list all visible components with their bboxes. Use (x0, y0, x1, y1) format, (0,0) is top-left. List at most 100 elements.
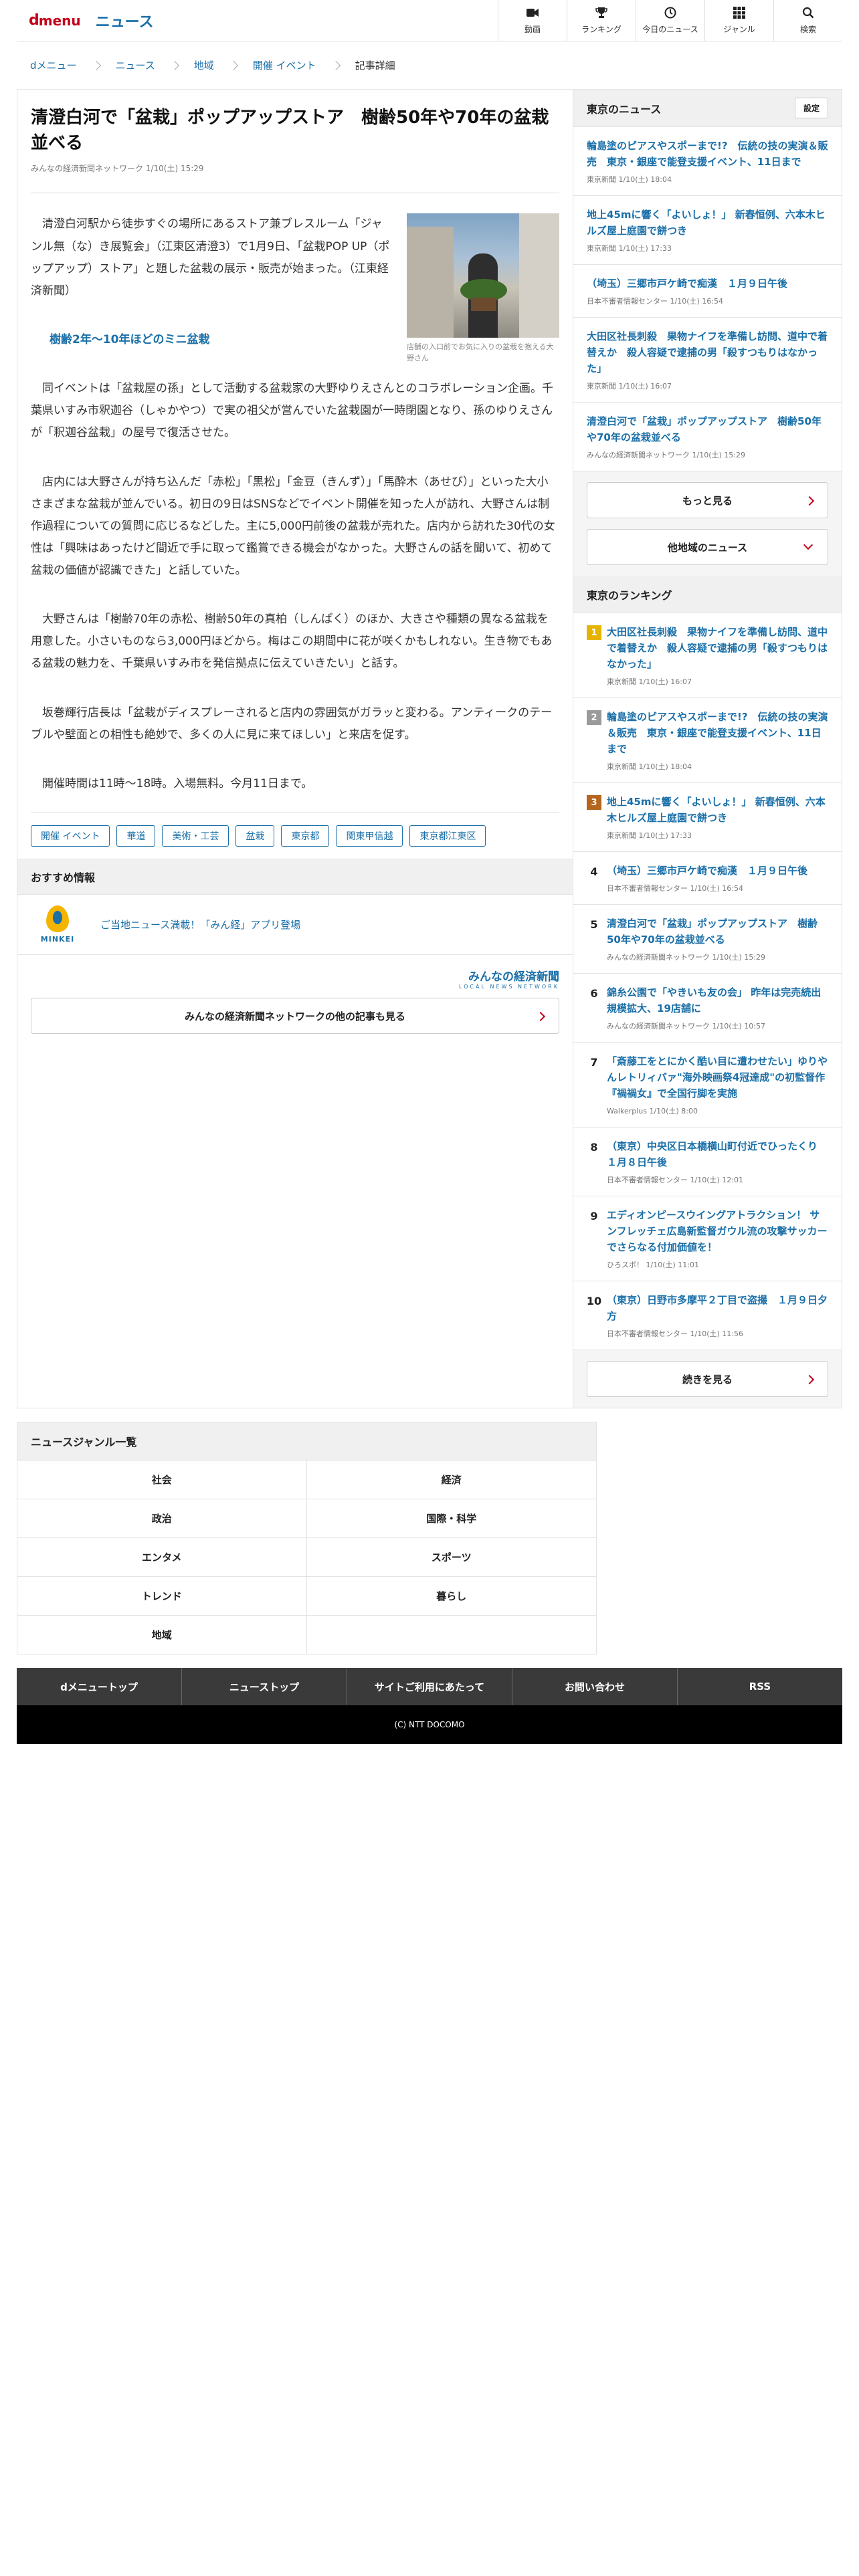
footer-link-terms[interactable]: サイトご利用にあたって (347, 1668, 512, 1705)
ranking-item[interactable]: 3 地上45mに響く「よいしょ！」 新春恒例、六本木ヒルズ屋上庭園で餅つき 東京新… (573, 783, 842, 852)
page: d menu ニュース 動画 ランキング 今日のニュース ジャンル 検索 dメニ… (17, 0, 842, 2576)
rank-title: 錦糸公園で「やきいも友の会」 昨年は完売続出 規模拡大、19店舗に (607, 986, 832, 1014)
rank-meta: みんなの経済新聞ネットワーク 1/10(土) 10:57 (607, 1022, 765, 1031)
main-column: 清澄白河で「盆栽」ポップアップストア 樹齢50年や70年の盆栽並べる みんなの経… (17, 90, 573, 1408)
ranking-header: 東京のランキング (573, 576, 842, 613)
copyright: (C) NTT DOCOMO (17, 1705, 842, 1744)
side-news-item[interactable]: 清澄白河で「盆栽」ポップアップストア 樹齢50年や70年の盆栽並べる みんなの経… (573, 403, 842, 471)
rank-meta: 東京新聞 1/10(土) 17:33 (607, 831, 692, 840)
search-icon (801, 6, 815, 19)
genre-item[interactable]: トレンド (17, 1577, 307, 1616)
nav-today[interactable]: 今日のニュース (636, 0, 704, 41)
news-meta: みんなの経済新聞ネットワーク 1/10(土) 15:29 (587, 451, 745, 459)
tag-link[interactable]: 盆栽 (235, 825, 275, 847)
nav-video[interactable]: 動画 (498, 0, 567, 41)
chevron-right-icon (535, 1011, 546, 1022)
tag-link[interactable]: 東京都 (281, 825, 330, 847)
footer-link-dmenu-top[interactable]: dメニュートップ (17, 1668, 182, 1705)
article-paragraph: 開催時間は11時～18時。入場無料。今月11日まで。 (42, 776, 313, 790)
tag-link[interactable]: 関東甲信越 (336, 825, 403, 847)
genre-item[interactable]: 政治 (17, 1499, 307, 1538)
footer-link-news-top[interactable]: ニューストップ (182, 1668, 347, 1705)
content-area: 清澄白河で「盆栽」ポップアップストア 樹齢50年や70年の盆栽並べる みんなの経… (17, 90, 842, 1408)
network-logo: みんなの経済新聞 LOCAL NEWS NETWORK (31, 967, 559, 990)
breadcrumb-region[interactable]: 地域 (194, 58, 214, 72)
rank-badge: 1 (587, 625, 601, 640)
rank-title: （東京）日野市多摩平２丁目で盗撮 １月９日夕方 (607, 1294, 828, 1322)
news-meta: 東京新聞 1/10(土) 17:33 (587, 244, 672, 253)
rank-badge: 10 (586, 1294, 602, 1307)
section-title: ニュース (95, 13, 154, 31)
breadcrumb-news[interactable]: ニュース (116, 58, 155, 72)
ranking-item[interactable]: 2 輪島塗のピアスやスポーまで!? 伝統の技の実演＆販売 東京・銀座で能登支援イ… (573, 698, 842, 783)
footer-link-contact[interactable]: お問い合わせ (512, 1668, 678, 1705)
ranking-item[interactable]: 1 大田区社長刺殺 果物ナイフを準備し訪問、道中で着替えか 殺人容疑で逮捕の男「… (573, 613, 842, 698)
ranking-item[interactable]: 7 「斎藤工をとにかく酷い目に遭わせたい」ゆりやんレトリィバァ"海外映画祭4冠達… (573, 1043, 842, 1128)
nav-label: 動画 (524, 25, 541, 34)
genre-item[interactable]: 社会 (17, 1461, 307, 1499)
side-news-item[interactable]: 地上45mに響く「よいしょ！」 新春恒例、六本木ヒルズ屋上庭園で餅つき 東京新聞… (573, 196, 842, 265)
breadcrumb-dmenu[interactable]: dメニュー (30, 58, 77, 72)
ranking-item[interactable]: 5 清澄白河で「盆栽」ポップアップストア 樹齢50年や70年の盆栽並べる みんなの… (573, 905, 842, 974)
header-nav: 動画 ランキング 今日のニュース ジャンル 検索 (498, 0, 842, 41)
nav-genre[interactable]: ジャンル (704, 0, 773, 41)
side-news-item[interactable]: 輪島塗のピアスやスポーまで!? 伝統の技の実演＆販売 東京・銀座で能登支援イベン… (573, 127, 842, 196)
chevron-down-icon (803, 540, 814, 550)
ranking-item[interactable]: 8 （東京）中央区日本橋横山町付近でひったくり １月８日午後 日本不審者情報センタ… (573, 1128, 842, 1196)
clock-icon (664, 6, 677, 19)
logo-d: d (29, 12, 39, 29)
side-news-item[interactable]: 大田区社長刺殺 果物ナイフを準備し訪問、道中で着替えか 殺人容疑で逮捕の男「殺す… (573, 318, 842, 403)
side-news-heading: 東京のニュース (587, 102, 662, 116)
other-region-button[interactable]: 他地域のニュース (587, 529, 828, 565)
sidebar: 東京のニュース 設定 輪島塗のピアスやスポーまで!? 伝統の技の実演＆販売 東京… (573, 90, 842, 1408)
tag-link[interactable]: 東京都江東区 (409, 825, 486, 847)
button-label: 続きを見る (682, 1373, 733, 1386)
footer-link-rss[interactable]: RSS (678, 1668, 842, 1705)
video-icon (526, 6, 539, 19)
rank-title: （東京）中央区日本橋横山町付近でひったくり １月８日午後 (607, 1140, 828, 1168)
setting-button[interactable]: 設定 (794, 98, 828, 118)
nav-search[interactable]: 検索 (773, 0, 842, 41)
network-logo-sub: LOCAL NEWS NETWORK (458, 984, 559, 990)
news-title: 地上45mに響く「よいしょ！」 新春恒例、六本木ヒルズ屋上庭園で餅つき (587, 209, 826, 237)
side-news-item[interactable]: （埼玉）三郷市戸ケ崎で痴漢 １月９日午後 日本不審者情報センター 1/10(土)… (573, 265, 842, 318)
news-title: （埼玉）三郷市戸ケ崎で痴漢 １月９日午後 (587, 278, 788, 290)
ranking-item[interactable]: 9 エディオンピースウイングアトラクション！ サンフレッチェ広島新監督ガウル流の… (573, 1196, 842, 1281)
minkei-logo-text: MINKEI (40, 935, 75, 944)
ranking-item[interactable]: 10 （東京）日野市多摩平２丁目で盗撮 １月９日夕方 日本不審者情報センター 1/… (573, 1281, 842, 1350)
photo-image (407, 213, 559, 338)
tag-link[interactable]: 華道 (116, 825, 156, 847)
news-title: 輪島塗のピアスやスポーまで!? 伝統の技の実演＆販売 東京・銀座で能登支援イベン… (587, 140, 828, 168)
genre-empty-cell (306, 1616, 597, 1654)
rank-badge: 4 (590, 865, 598, 878)
rank-badge: 2 (587, 710, 601, 725)
site-header: d menu ニュース 動画 ランキング 今日のニュース ジャンル 検索 (17, 0, 842, 41)
nav-ranking[interactable]: ランキング (567, 0, 636, 41)
tag-link[interactable]: 開催 イベント (31, 825, 110, 847)
genre-item[interactable]: 地域 (17, 1616, 307, 1654)
genre-item[interactable]: スポーツ (306, 1538, 597, 1577)
genre-item[interactable]: 暮らし (306, 1577, 597, 1616)
button-label: 他地域のニュース (667, 541, 748, 554)
button-label: みんなの経済新聞ネットワークの他の記事も見る (184, 1010, 405, 1023)
breadcrumb-event[interactable]: 開催 イベント (253, 58, 316, 72)
ranking-item[interactable]: 6 錦糸公園で「やきいも友の会」 昨年は完売続出 規模拡大、19店舗に みんなの経… (573, 974, 842, 1043)
recommend-row: MINKEI ご当地ニュース満載！「みん経」アプリ登場 (17, 895, 573, 956)
genre-item[interactable]: エンタメ (17, 1538, 307, 1577)
nav-label: ジャンル (723, 25, 755, 34)
ranking-item[interactable]: 4 （埼玉）三郷市戸ケ崎で痴漢 １月９日午後 日本不審者情報センター 1/10(土… (573, 852, 842, 905)
genre-item[interactable]: 国際・科学 (306, 1499, 597, 1538)
article-body: 店舗の入口前でお気に入りの盆栽を抱える大野さん 清澄白河駅から徒歩すぐの場所にあ… (31, 193, 559, 795)
article-meta: みんなの経済新聞ネットワーク 1/10(土) 15:29 (31, 163, 559, 194)
rank-meta: ひろスポ！ 1/10(土) 11:01 (607, 1261, 699, 1269)
genre-item[interactable]: 経済 (306, 1461, 597, 1499)
rank-badge: 3 (587, 795, 601, 810)
dmenu-logo[interactable]: d menu ニュース (17, 10, 154, 31)
rank-title: （埼玉）三郷市戸ケ崎で痴漢 １月９日午後 (607, 865, 808, 877)
more-news-button[interactable]: もっと見る (587, 482, 828, 518)
ranking-more-button[interactable]: 続きを見る (587, 1361, 828, 1397)
tag-link[interactable]: 美術・工芸 (162, 825, 229, 847)
network-more-button[interactable]: みんなの経済新聞ネットワークの他の記事も見る (31, 998, 559, 1035)
recommend-link[interactable]: ご当地ニュース満載！「みん経」アプリ登場 (100, 918, 300, 932)
article-photo[interactable]: 店舗の入口前でお気に入りの盆栽を抱える大野さん (407, 213, 559, 364)
